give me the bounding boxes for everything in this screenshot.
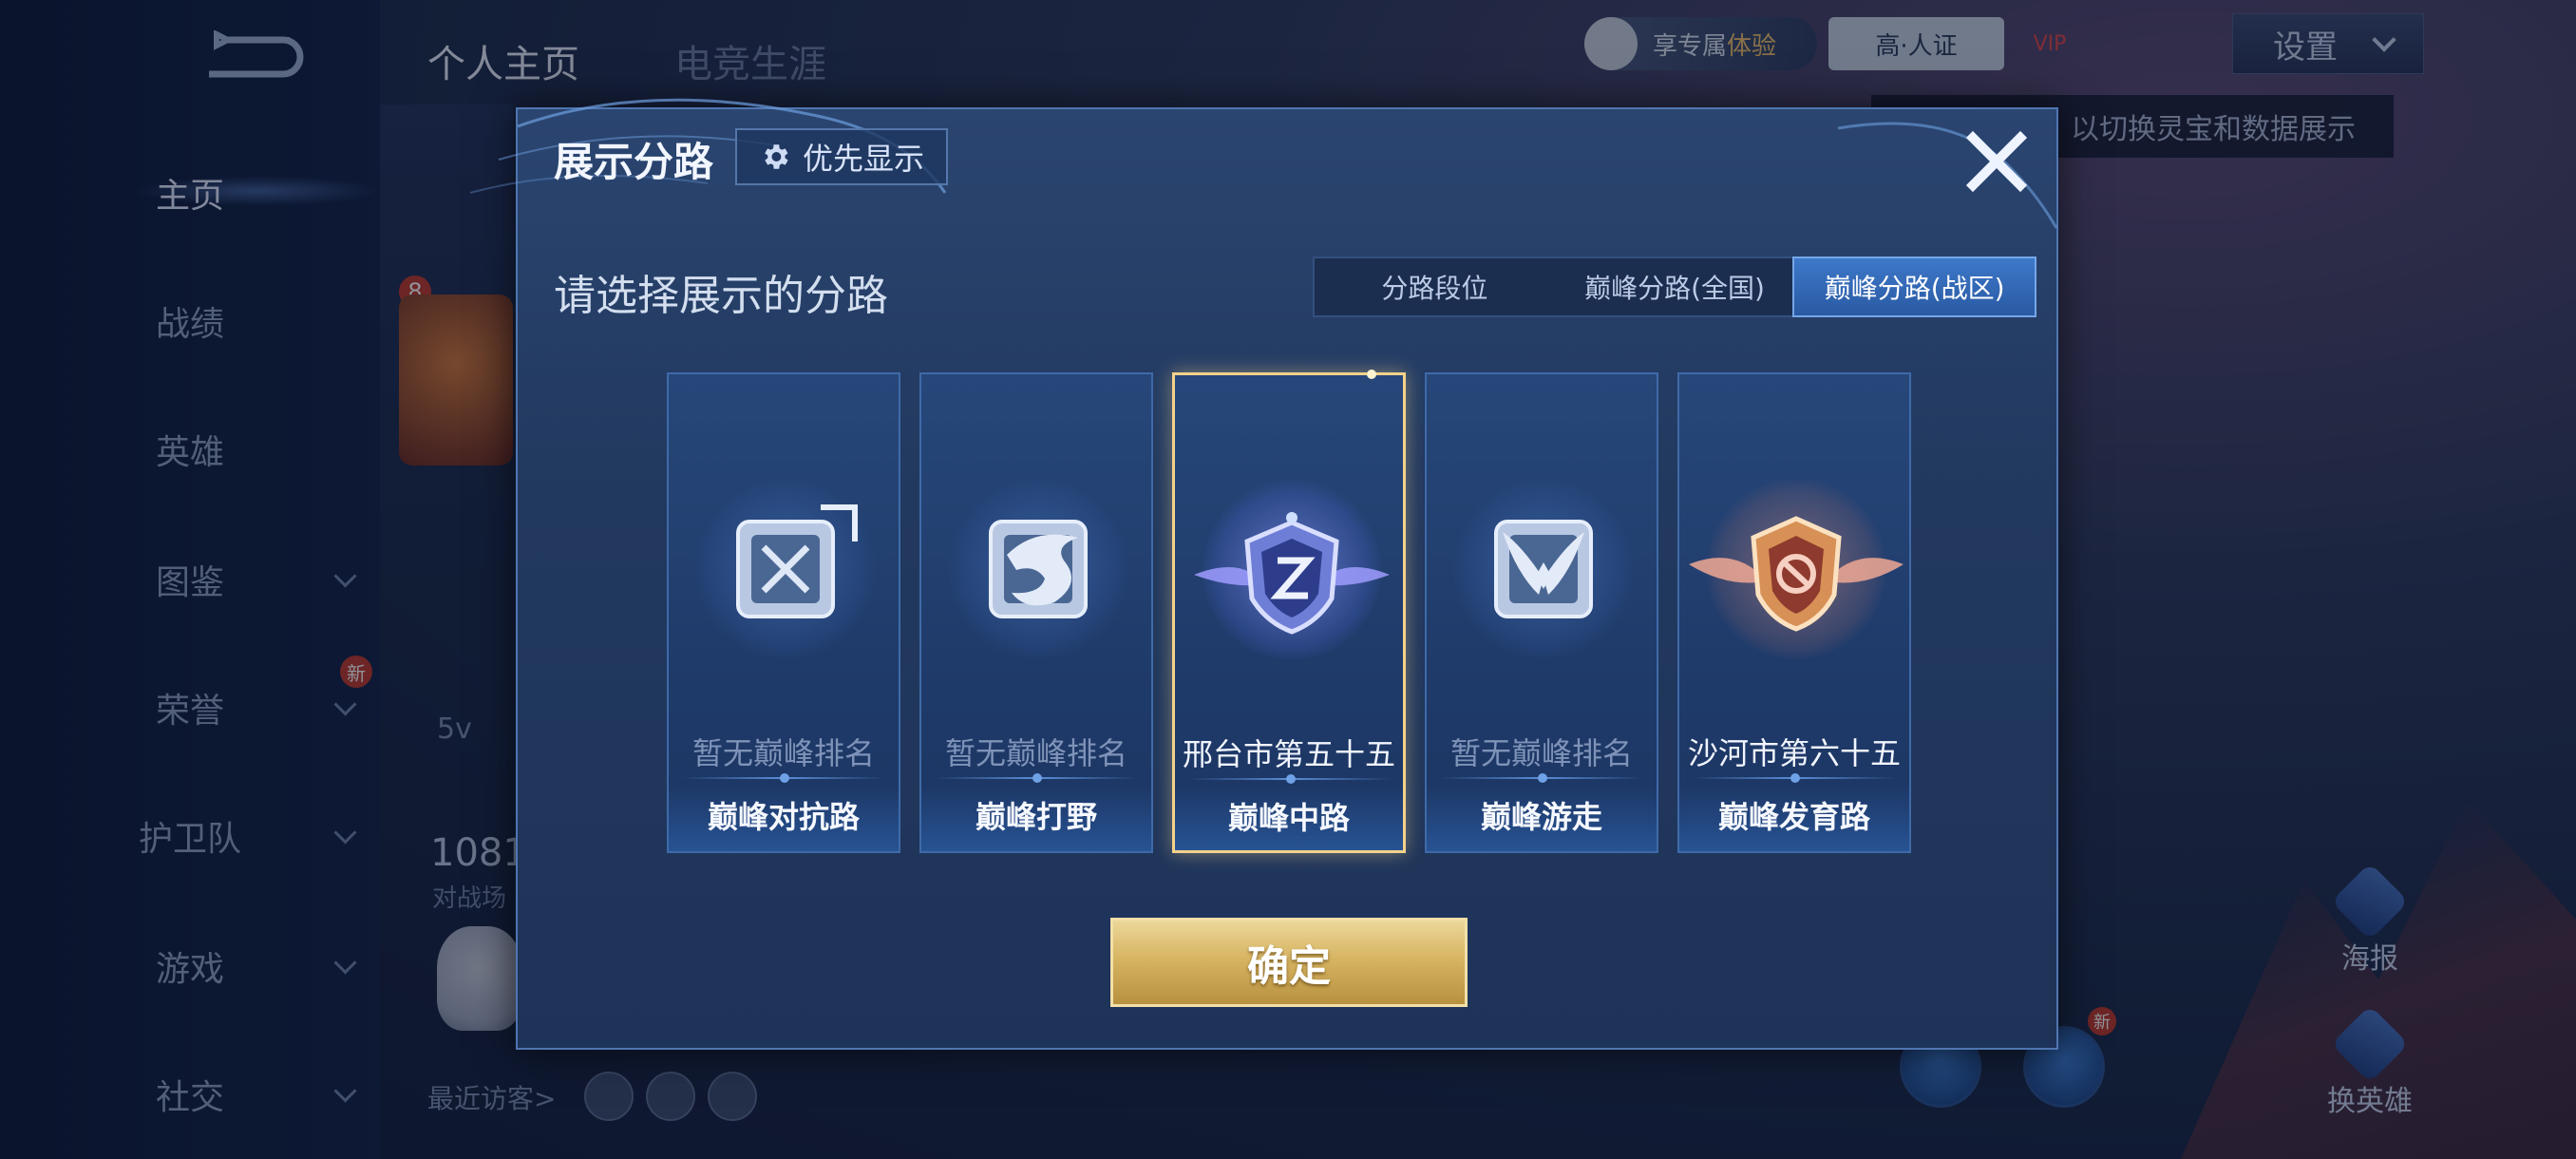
lane-type-tabs: 分路段位 巅峰分路(全国) 巅峰分路(战区) <box>1313 256 2037 317</box>
adc-shield-icon <box>1689 516 1904 632</box>
lane-card-support[interactable]: 暂无巅峰排名 巅峰游走 <box>1425 372 1658 853</box>
dialog-subtitle: 请选择展示的分路 <box>554 272 888 320</box>
lane-card-clash[interactable]: 暂无巅峰排名 巅峰对抗路 <box>667 372 900 853</box>
dialog-title: 展示分路 <box>554 139 714 185</box>
divider <box>682 773 885 783</box>
lane-card-mid[interactable]: 邢台市第五十五 巅峰中路 <box>1172 370 1406 853</box>
tab-peak-national[interactable]: 巅峰分路(全国) <box>1555 258 1795 315</box>
tab-lane-rank[interactable]: 分路段位 <box>1315 258 1555 315</box>
lane-name: 巅峰对抗路 <box>707 799 860 835</box>
divider <box>935 773 1138 783</box>
lane-card-farm[interactable]: 沙河市第六十五 巅峰发育路 <box>1677 372 1911 853</box>
rank-text: 暂无巅峰排名 <box>944 735 1127 771</box>
lane-name: 巅峰发育路 <box>1717 799 1870 835</box>
divider <box>1693 773 1896 783</box>
gear-icon <box>765 144 788 169</box>
divider <box>1188 774 1392 784</box>
lane-name: 巅峰打野 <box>975 799 1097 835</box>
rank-text: 暂无巅峰排名 <box>1449 735 1633 771</box>
sword-icon <box>736 504 858 618</box>
priority-display-button[interactable]: 优先显示 <box>735 128 948 185</box>
mid-shield-icon <box>1194 512 1390 635</box>
rank-text: 沙河市第六十五 <box>1687 735 1901 771</box>
dragon-icon <box>989 520 1088 618</box>
lane-name: 巅峰中路 <box>1227 800 1350 836</box>
divider <box>1440 773 1643 783</box>
rank-text: 暂无巅峰排名 <box>691 735 875 771</box>
lane-name: 巅峰游走 <box>1480 799 1602 835</box>
lane-card-jungle[interactable]: 暂无巅峰排名 巅峰打野 <box>919 372 1153 853</box>
rank-text: 邢台市第五十五 <box>1182 736 1395 772</box>
close-icon[interactable] <box>1961 126 2032 197</box>
confirm-button[interactable]: 确定 <box>1110 918 1468 1007</box>
corner-sparkle <box>1367 370 1376 379</box>
tab-peak-region[interactable]: 巅峰分路(战区) <box>1792 256 2037 317</box>
lane-display-dialog: 展示分路 优先显示 请选择展示的分路 分路段位 巅峰分路(全国) 巅峰分路(战区… <box>469 98 2058 1050</box>
wings-icon <box>1494 520 1593 618</box>
